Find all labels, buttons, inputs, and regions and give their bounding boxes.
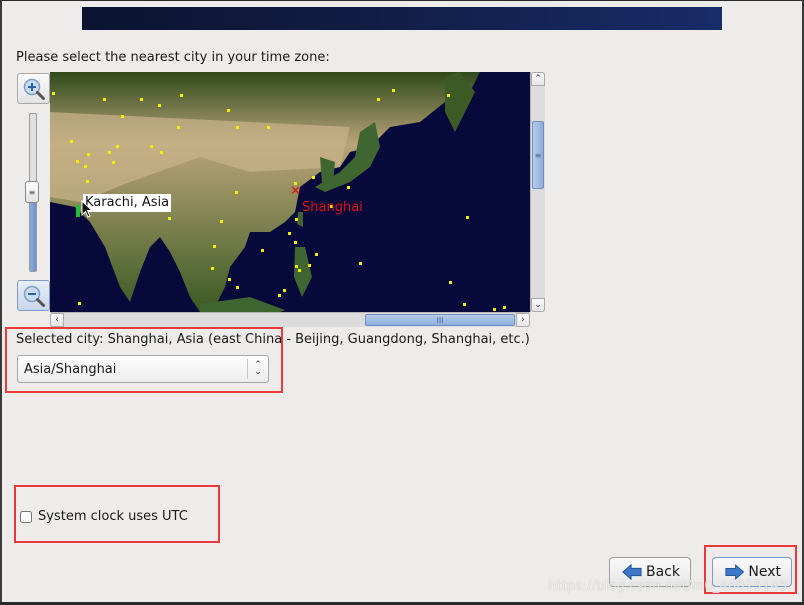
city-dot[interactable] [103,98,106,101]
city-dot[interactable] [392,89,395,92]
scroll-up-button[interactable]: ⌃ [531,72,545,86]
city-dot[interactable] [267,126,270,129]
city-dot[interactable] [308,264,311,267]
city-dot[interactable] [298,269,301,272]
zoom-in-button[interactable] [17,73,50,104]
back-button-label: Back [646,564,680,580]
city-dot[interactable] [87,153,90,156]
city-dot[interactable] [70,140,73,143]
utc-checkbox-row[interactable]: System clock uses UTC [20,509,188,524]
city-dot[interactable] [76,160,79,163]
selected-city-marker-icon[interactable]: ✕ [290,185,301,198]
city-dot[interactable] [288,232,291,235]
city-dot[interactable] [377,98,380,101]
city-dot[interactable] [447,94,450,97]
map-vertical-scrollbar[interactable]: ⌃ ≡ ⌄ [530,72,545,312]
map-horizontal-scrollbar[interactable]: ‹ III › [50,312,530,327]
city-dot[interactable] [160,151,163,154]
city-dot[interactable] [220,220,223,223]
zoom-out-icon [23,285,45,307]
scroll-down-button[interactable]: ⌄ [531,298,545,312]
timezone-prompt: Please select the nearest city in your t… [16,50,330,65]
selected-city-map-label: Shanghai [302,200,363,215]
utc-checkbox-label[interactable]: System clock uses UTC [38,509,188,524]
city-dot[interactable] [227,109,230,112]
city-dot[interactable] [347,186,350,189]
vertical-scroll-thumb[interactable]: ≡ [532,121,544,189]
city-dot[interactable] [503,306,506,309]
city-dot[interactable] [140,98,143,101]
timezone-map-container: ✕ Shanghai Karachi, Asia ⌃ ≡ ⌄ ‹ III › [50,72,545,327]
zoom-slider-handle[interactable]: ≡ [25,181,39,203]
city-dot[interactable] [52,92,55,95]
city-dot[interactable] [84,165,87,168]
city-dot[interactable] [78,302,81,305]
city-dot[interactable] [211,267,214,270]
city-dot[interactable] [168,217,171,220]
zoom-in-icon [23,78,45,100]
city-dot[interactable] [150,145,153,148]
window-top-border [0,0,804,1]
updown-chevron-icon: ⌃ ⌄ [254,360,262,377]
city-dot[interactable] [177,126,180,129]
city-dot[interactable] [116,145,119,148]
city-dot[interactable] [108,151,111,154]
city-dot[interactable] [180,94,183,97]
city-dot[interactable] [236,126,239,129]
watermark: https://blog.csdn.net/m0_46015143 [548,579,788,594]
utc-checkbox[interactable] [20,510,32,523]
scroll-right-button[interactable]: › [516,313,530,327]
next-button-label: Next [748,564,781,580]
city-dot[interactable] [261,249,264,252]
city-dot[interactable] [86,180,89,183]
window-left-border [0,0,2,605]
hover-city-tooltip: Karachi, Asia [83,194,172,212]
timezone-select-value: Asia/Shanghai [24,361,117,377]
mouse-cursor-icon [81,200,93,218]
city-dot[interactable] [158,104,161,107]
city-dot[interactable] [294,241,297,244]
city-dot[interactable] [295,265,298,268]
city-dot[interactable] [449,281,452,284]
city-dot[interactable] [312,176,315,179]
header-banner [82,7,722,30]
city-dot[interactable] [359,262,362,265]
city-dot[interactable] [493,308,496,311]
scroll-left-button[interactable]: ‹ [50,313,64,327]
city-dot[interactable] [315,253,318,256]
city-dot[interactable] [236,286,239,289]
horizontal-scroll-thumb[interactable]: III [365,314,515,326]
city-dot[interactable] [213,245,216,248]
selected-city-text: Selected city: Shanghai, Asia (east Chin… [16,332,530,347]
hover-city-pin-icon [76,205,80,217]
city-dot[interactable] [466,216,469,219]
city-dot[interactable] [283,289,286,292]
timezone-select[interactable]: Asia/Shanghai ⌃ ⌄ [17,355,269,383]
city-dot[interactable] [463,303,466,306]
city-dot[interactable] [112,161,115,164]
city-dot[interactable] [121,115,124,118]
zoom-out-button[interactable] [17,280,50,311]
city-dot[interactable] [235,191,238,194]
city-dot[interactable] [228,278,231,281]
city-dot[interactable] [278,294,281,297]
city-dot[interactable] [295,218,298,221]
timezone-map[interactable]: ✕ Shanghai Karachi, Asia [50,72,530,312]
